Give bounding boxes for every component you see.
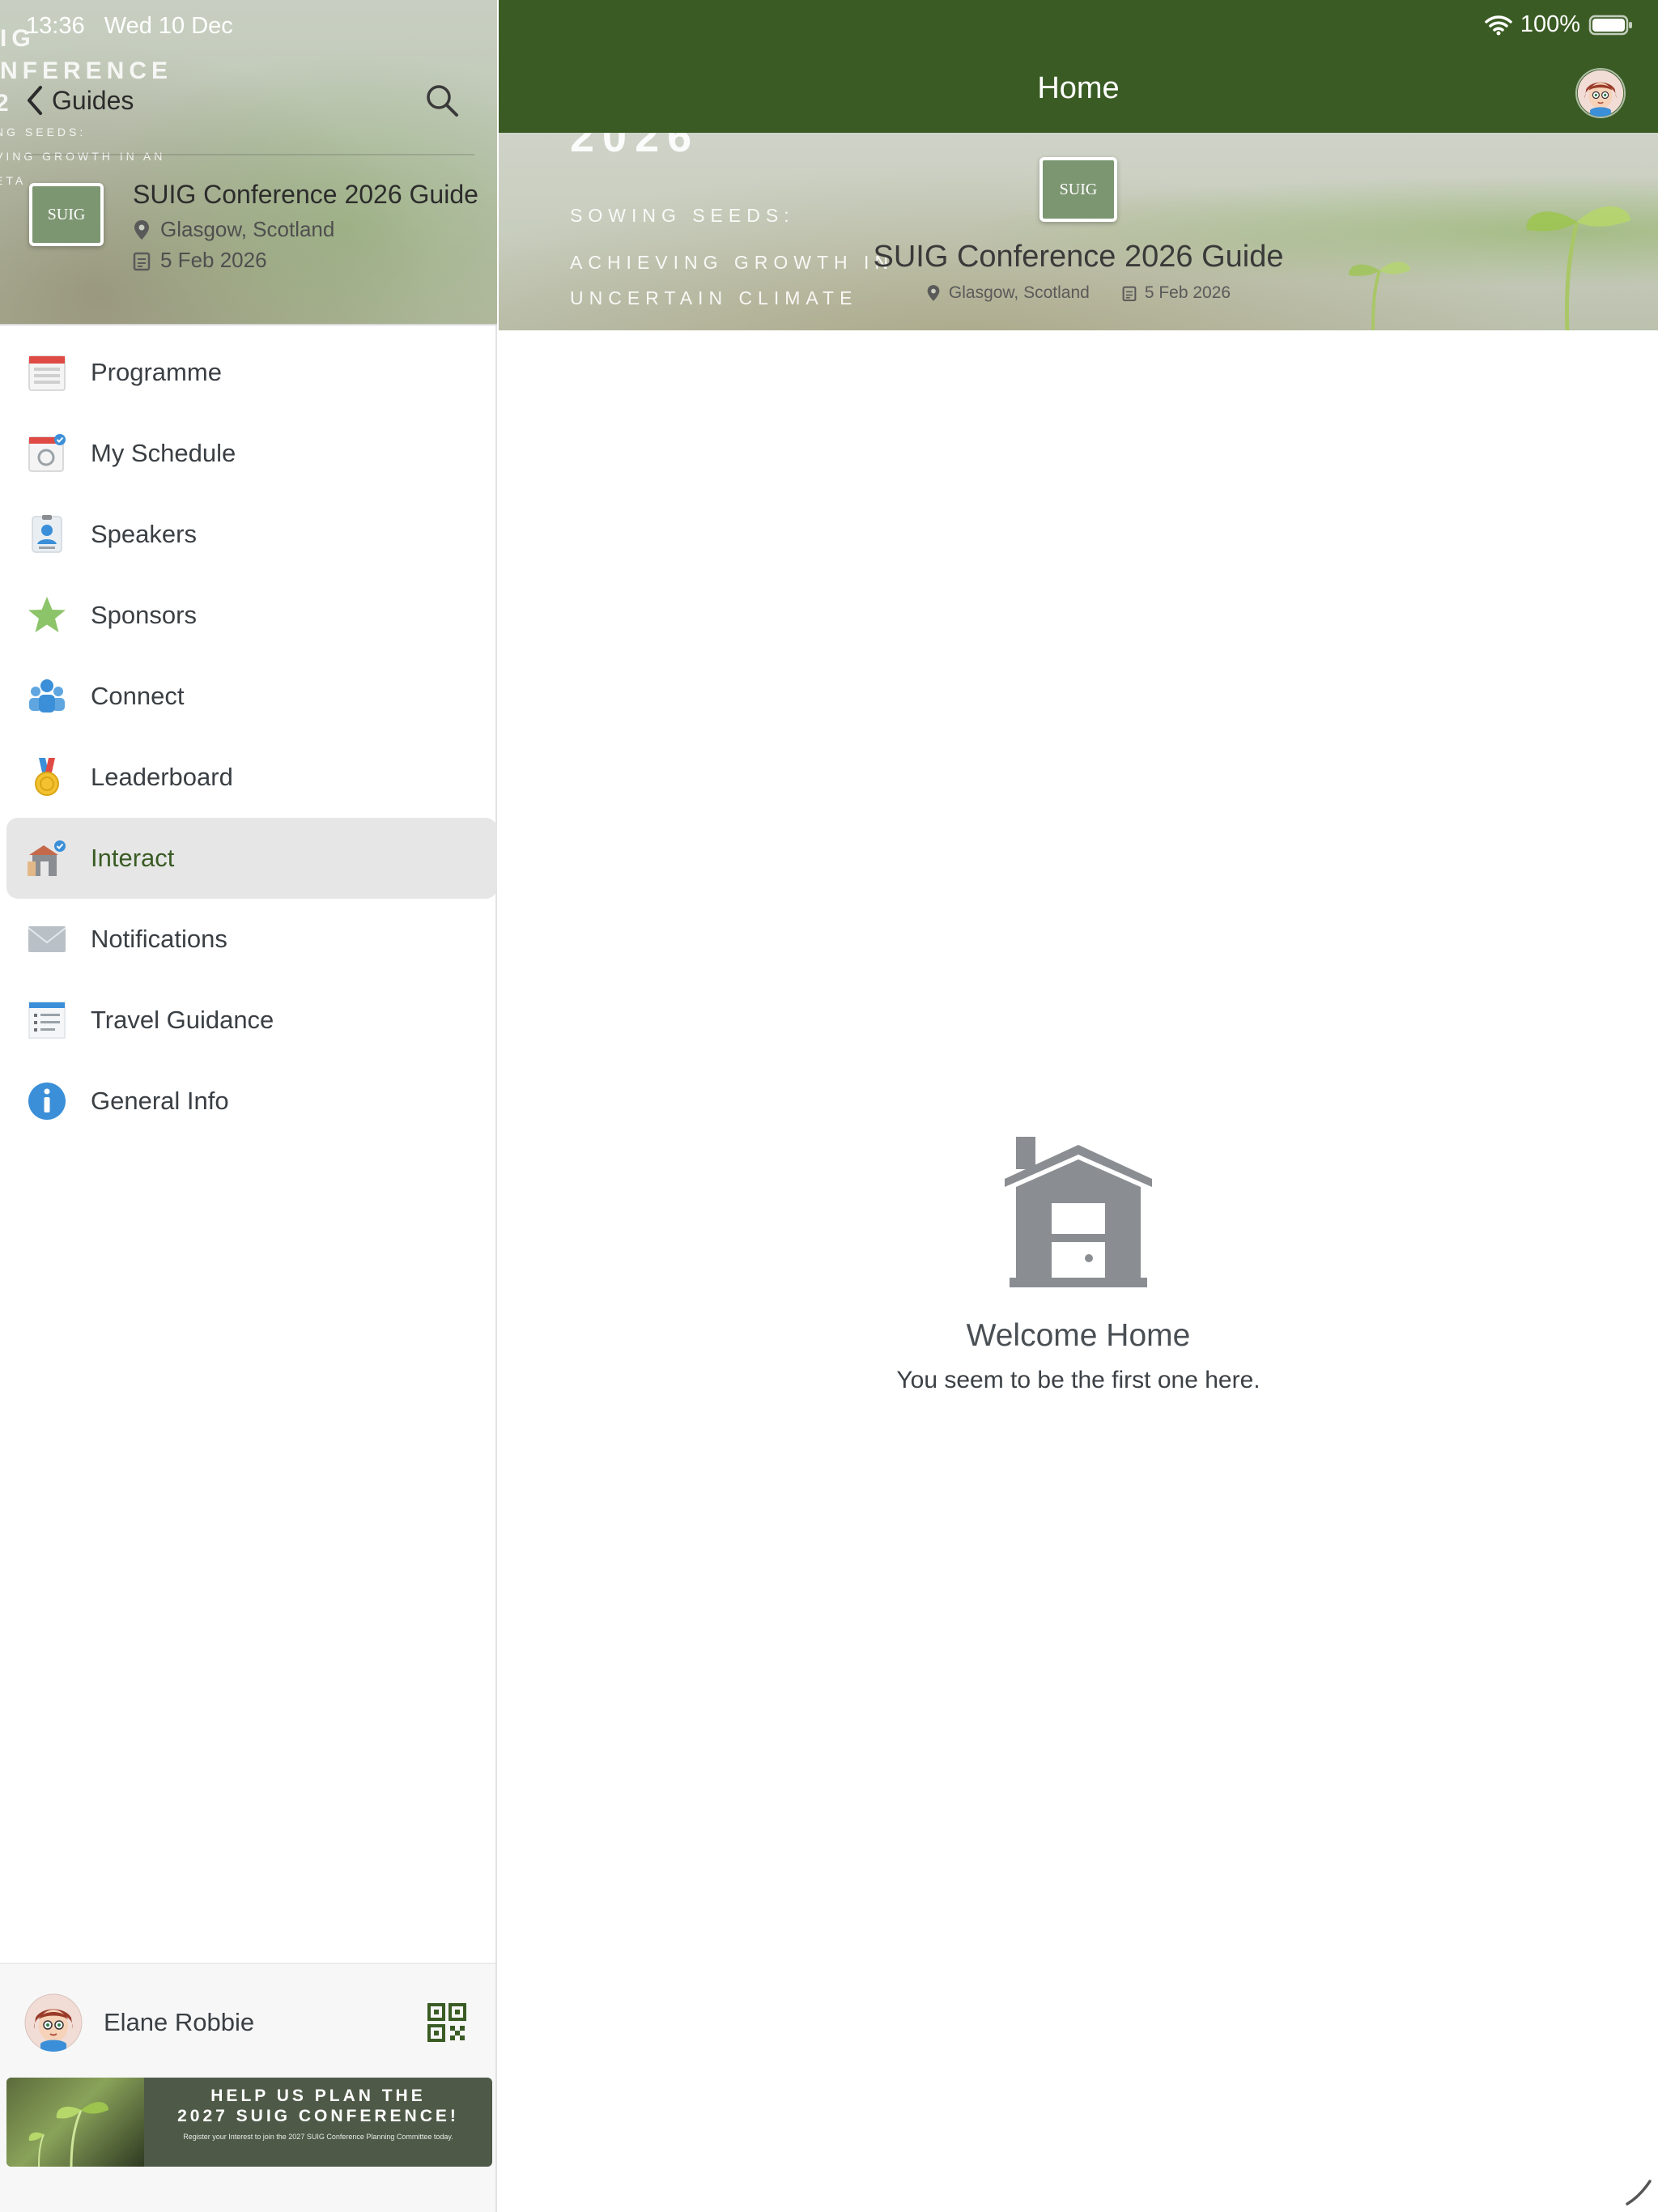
sidebar-item-leaderboard[interactable]: Leaderboard (6, 737, 497, 818)
schedule-icon (26, 432, 68, 474)
empty-state-title: Welcome Home (966, 1318, 1191, 1353)
resize-handle-icon[interactable] (1624, 2178, 1653, 2207)
sidebar-item-label: My Schedule (91, 439, 236, 467)
empty-state-subtitle: You seem to be the first one here. (896, 1367, 1261, 1393)
home-icon (1005, 1137, 1152, 1287)
sidebar-item-travel-guidance[interactable]: Travel Guidance (6, 980, 497, 1061)
back-to-guides-button[interactable]: Guides (23, 84, 134, 117)
promo-banner[interactable]: HELP US PLAN THE 2027 SUIG CONFERENCE! R… (6, 2078, 492, 2167)
sidebar-item-label: Programme (91, 358, 222, 386)
promo-text: HELP US PLAN THE 2027 SUIG CONFERENCE! R… (144, 2078, 492, 2167)
search-icon[interactable] (424, 83, 460, 118)
star-icon (26, 594, 68, 636)
back-label: Guides (52, 85, 134, 115)
sidebar-item-label: Speakers (91, 520, 197, 548)
location-pin-icon (134, 219, 149, 240)
user-name: Elane Robbie (104, 2008, 255, 2036)
status-date: Wed 10 Dec (104, 13, 233, 39)
sidebar-item-general-info[interactable]: General Info (6, 1061, 497, 1142)
status-time: 13:36 (26, 13, 85, 39)
sidebar-item-label: Notifications (91, 925, 227, 953)
top-navigation-bar: 100% Home (499, 0, 1658, 133)
profile-avatar-button[interactable] (1575, 68, 1626, 118)
guide-logo-text: SUIG (47, 205, 86, 223)
sidebar-item-my-schedule[interactable]: My Schedule (6, 413, 497, 494)
guide-title: SUIG Conference 2026 Guide (133, 180, 478, 209)
sidebar-item-label: Leaderboard (91, 763, 233, 791)
calendar-small-icon (133, 252, 151, 270)
hero-text-line: NG SEEDS: (0, 125, 87, 138)
sidebar-item-label: General Info (91, 1087, 229, 1115)
promo-headline: HELP US PLAN THE (210, 2087, 426, 2105)
sidebar-item-label: Interact (91, 844, 175, 872)
medal-icon (26, 756, 68, 798)
guide-meta: Glasgow, Scotland 5 Feb 2026 (499, 283, 1658, 303)
battery-icon (1588, 15, 1632, 35)
envelope-icon (26, 918, 68, 960)
sidebar-hero-banner: IG NFERENCE 2 NG SEEDS: VING GROWTH IN A… (0, 0, 497, 325)
avatar[interactable] (24, 1993, 83, 2052)
hero-text-line: VING GROWTH IN AN (0, 150, 166, 163)
qr-code-icon[interactable] (427, 2003, 466, 2042)
promo-headline: 2027 SUIG CONFERENCE! (177, 2107, 459, 2125)
guide-logo: SUIG (29, 183, 104, 246)
battery-percentage: 100% (1520, 11, 1580, 37)
guide-location-text: Glasgow, Scotland (948, 283, 1090, 302)
hero-text-line: NFERENCE (0, 57, 173, 84)
empty-state: Welcome Home You seem to be the first on… (499, 1137, 1658, 1394)
page-title: Home (1037, 71, 1120, 105)
sidebar-item-interact[interactable]: Interact (6, 818, 497, 899)
calendar-icon (26, 351, 68, 393)
guide-title: SUIG Conference 2026 Guide (873, 240, 1284, 274)
wifi-icon (1485, 15, 1512, 35)
sidebar-item-label: Connect (91, 682, 185, 710)
hero-divider (24, 154, 474, 155)
guide-date: 5 Feb 2026 (133, 248, 267, 273)
people-icon (26, 675, 68, 717)
promo-subtext: Register your Interest to join the 2027 … (183, 2133, 453, 2141)
interact-icon (26, 837, 68, 879)
checklist-icon (26, 999, 68, 1041)
main-content: 100% Home 2026 SOWING SEEDS: ACHIEVING G… (499, 0, 1658, 2212)
main-guide-logo: SUIG (1039, 157, 1117, 222)
status-indicators: 100% (1485, 11, 1634, 38)
sidebar-footer: Elane Robbie HELP US PLAN THE 2027 SUIG … (0, 1963, 495, 2212)
sidebar-item-sponsors[interactable]: Sponsors (6, 575, 497, 656)
location-pin-icon (927, 285, 940, 301)
guide-date-text: 5 Feb 2026 (160, 248, 267, 272)
guide-location-text: Glasgow, Scotland (160, 217, 335, 241)
guide-location: Glasgow, Scotland (133, 217, 334, 242)
sidebar-menu: Programme My Schedule Speakers Sponsors … (0, 332, 497, 1142)
chevron-left-icon (28, 86, 42, 115)
info-icon (26, 1080, 68, 1122)
sidebar-item-speakers[interactable]: Speakers (6, 494, 497, 575)
sidebar-item-notifications[interactable]: Notifications (6, 899, 497, 980)
sidebar-item-connect[interactable]: Connect (6, 656, 497, 737)
sidebar: IG NFERENCE 2 NG SEEDS: VING GROWTH IN A… (0, 0, 497, 2212)
seedling-icon (28, 2102, 108, 2167)
promo-seedling-image (6, 2078, 144, 2167)
sidebar-item-label: Sponsors (91, 601, 197, 629)
status-time-date: 13:36 Wed 10 Dec (26, 13, 233, 40)
calendar-small-icon (1122, 286, 1137, 302)
main-guide-logo-text: SUIG (1059, 180, 1098, 198)
speaker-badge-icon (26, 513, 68, 555)
guide-date-text: 5 Feb 2026 (1144, 283, 1231, 302)
sidebar-item-programme[interactable]: Programme (6, 332, 497, 413)
sidebar-item-label: Travel Guidance (91, 1006, 274, 1034)
